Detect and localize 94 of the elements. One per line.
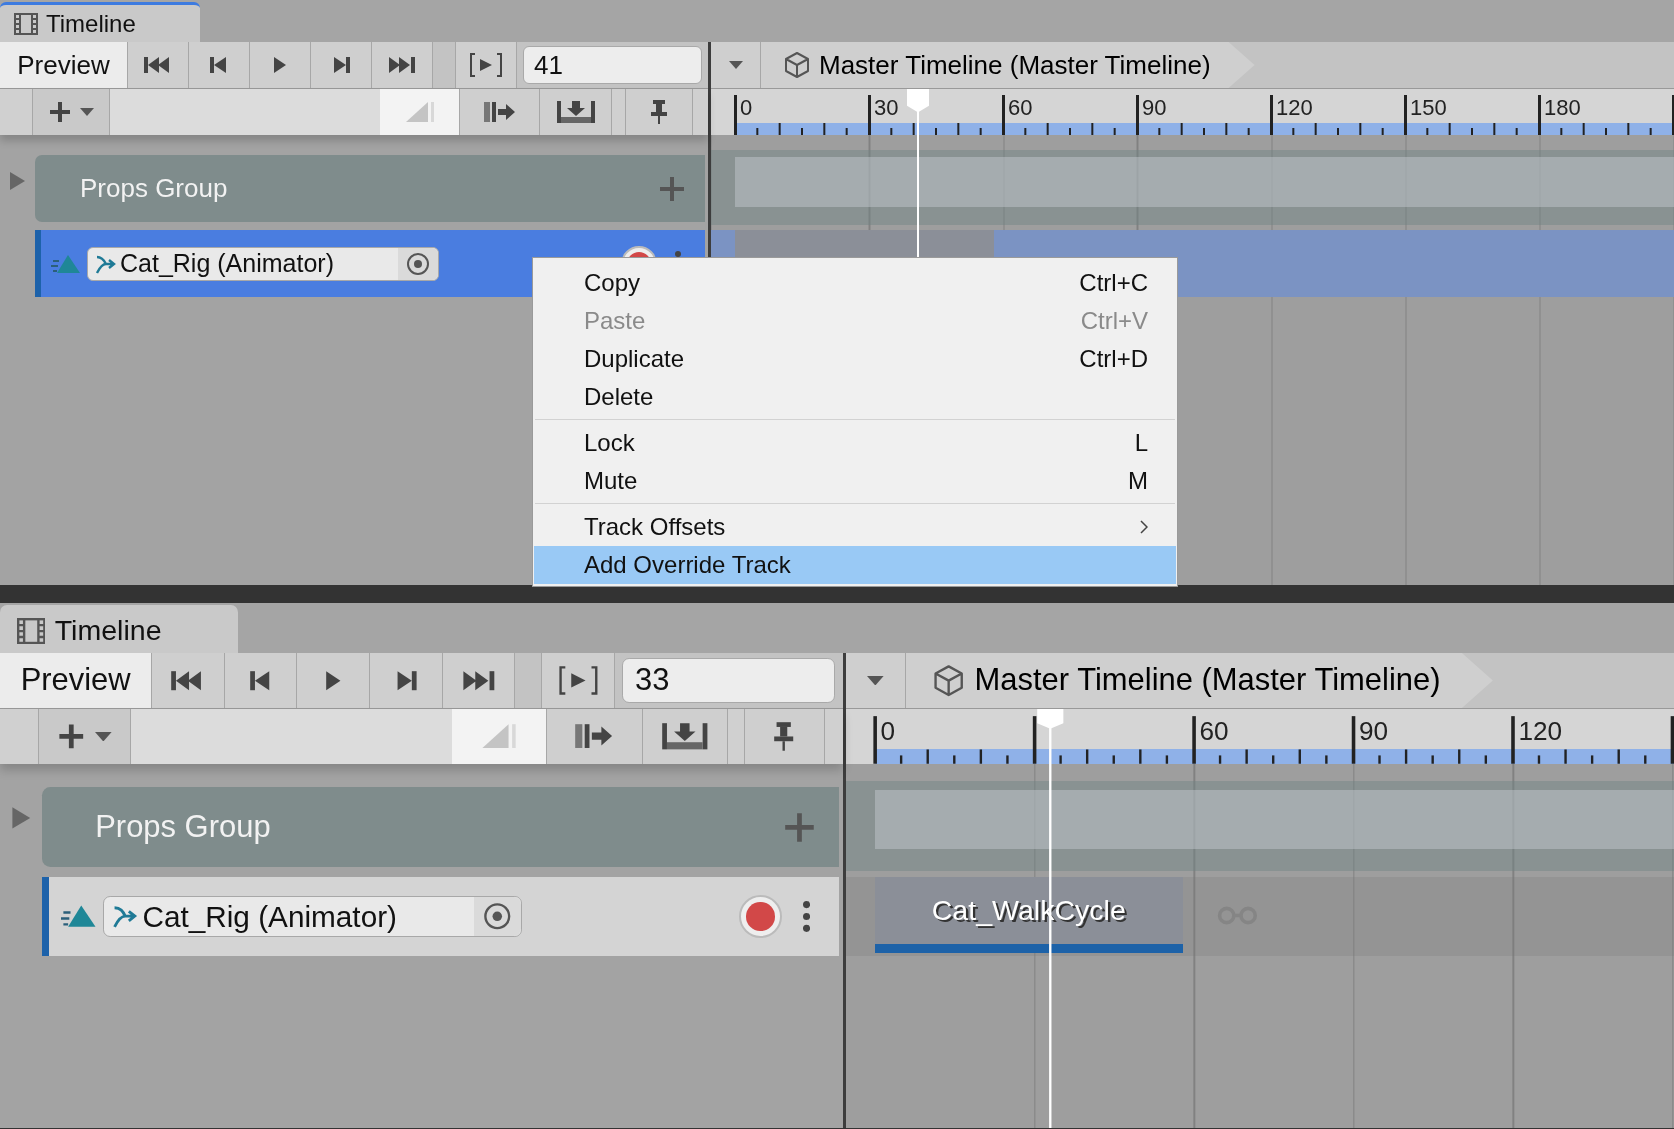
plus-icon [48, 100, 72, 124]
ripple-icon [482, 101, 517, 123]
ruler-label: 150 [1410, 95, 1447, 121]
preview-button[interactable]: Preview [0, 42, 128, 88]
timeline-tab[interactable]: Timeline [0, 2, 200, 42]
timeline-tab[interactable]: Timeline [0, 605, 238, 653]
target-button[interactable] [473, 897, 522, 936]
pin-icon [650, 99, 668, 125]
play-button[interactable] [297, 652, 371, 708]
preview-button[interactable]: Preview [0, 652, 153, 708]
chevron-icon [1140, 520, 1148, 534]
previous-frame-icon [209, 56, 229, 74]
object-field[interactable]: Cat_Rig (Animator) [87, 246, 439, 281]
object-field[interactable]: Cat_Rig (Animator) [103, 896, 523, 937]
replace-icon [555, 100, 596, 124]
menu-item[interactable]: Duplicate Ctrl+D [534, 340, 1176, 378]
plus-icon [57, 722, 86, 751]
tab-label: Timeline [54, 614, 162, 648]
film-icon [14, 12, 38, 35]
ripple-button[interactable] [460, 89, 540, 135]
ruler-label: 0 [740, 95, 753, 121]
ruler-label: 90 [1142, 95, 1167, 121]
target-icon [483, 902, 512, 931]
breadcrumb[interactable]: Master Timeline (Master Timeline) [761, 42, 1255, 88]
replace-button[interactable] [540, 89, 612, 135]
ease-icon [480, 723, 519, 750]
target-icon [406, 251, 430, 276]
caret-icon [867, 675, 884, 686]
ripple-icon [574, 723, 615, 750]
frame-field[interactable]: 41 [523, 46, 702, 84]
ruler-label: 120 [1276, 95, 1313, 121]
menu-item[interactable]: Lock L [534, 424, 1176, 462]
ruler-label: 60 [1199, 716, 1229, 747]
play-range-button[interactable] [542, 652, 615, 708]
ripple-button[interactable] [547, 708, 643, 764]
play-icon [324, 669, 342, 692]
caret-icon [80, 108, 94, 116]
cube-icon [931, 663, 966, 698]
ruler-label: 60 [1008, 95, 1033, 121]
record-button[interactable] [739, 895, 782, 938]
ruler-label: 0 [880, 716, 896, 747]
caret-icon [95, 731, 112, 741]
shortcut-label: Ctrl+D [1079, 345, 1148, 373]
tab-label: Timeline [46, 9, 136, 38]
previous-frame-button[interactable] [224, 652, 298, 708]
next-frame-button[interactable] [311, 42, 372, 88]
frame-field[interactable]: 33 [622, 657, 836, 704]
animation-track-icon [60, 903, 97, 930]
play-range-icon [468, 52, 504, 78]
film-icon [16, 617, 46, 644]
target-button[interactable] [398, 247, 438, 280]
animation-track[interactable]: Cat_Rig (Animator) [41, 876, 839, 957]
time-ruler[interactable]: 0 30 60 90 120 150 180 [711, 89, 1674, 135]
play-range-icon [556, 664, 600, 696]
more-icon [803, 901, 811, 932]
replace-icon [661, 722, 709, 751]
skip-to-end-icon [460, 669, 497, 692]
animator-icon [111, 903, 138, 930]
menu-item[interactable]: Add Override Track [534, 546, 1176, 584]
menu-item[interactable]: Delete [534, 378, 1176, 416]
previous-frame-button[interactable] [189, 42, 250, 88]
menu-item[interactable]: Mute M [534, 462, 1176, 500]
next-frame-button[interactable] [370, 652, 443, 708]
cube-icon [783, 51, 811, 79]
skip-to-end-button[interactable] [372, 42, 433, 88]
ruler-label: 90 [1358, 716, 1389, 747]
dropdown-button[interactable] [711, 42, 761, 88]
dropdown-button[interactable] [846, 652, 906, 708]
time-ruler[interactable]: 0 60 90 120 [846, 708, 1674, 764]
group-name: Props Group [80, 173, 228, 204]
skip-to-start-button[interactable] [128, 42, 189, 88]
record-dot-icon [746, 902, 775, 931]
ruler-label: 120 [1518, 716, 1563, 747]
shortcut-label: Ctrl+V [1080, 307, 1148, 335]
ruler-label: 180 [1544, 95, 1581, 121]
group-name: Props Group [95, 809, 271, 846]
next-frame-icon [331, 56, 351, 74]
play-button[interactable] [250, 42, 311, 88]
play-range-button[interactable] [456, 42, 517, 88]
breadcrumb[interactable]: Master Timeline (Master Timeline) [905, 652, 1493, 708]
caret-icon [728, 61, 743, 69]
skip-to-end-icon [387, 56, 417, 74]
menu-item[interactable]: Track Offsets [534, 508, 1176, 546]
shortcut-label: L [1134, 429, 1148, 457]
pin-button[interactable] [743, 708, 825, 764]
play-icon [273, 56, 287, 74]
replace-button[interactable] [642, 708, 729, 764]
skip-to-end-button[interactable] [442, 652, 516, 708]
pin-icon [773, 720, 795, 752]
shortcut-label: M [1128, 467, 1148, 495]
skip-to-start-button[interactable] [152, 652, 225, 708]
shortcut-label: Ctrl+C [1079, 269, 1148, 297]
ruler-label: 30 [874, 95, 899, 121]
pin-button[interactable] [625, 89, 693, 135]
